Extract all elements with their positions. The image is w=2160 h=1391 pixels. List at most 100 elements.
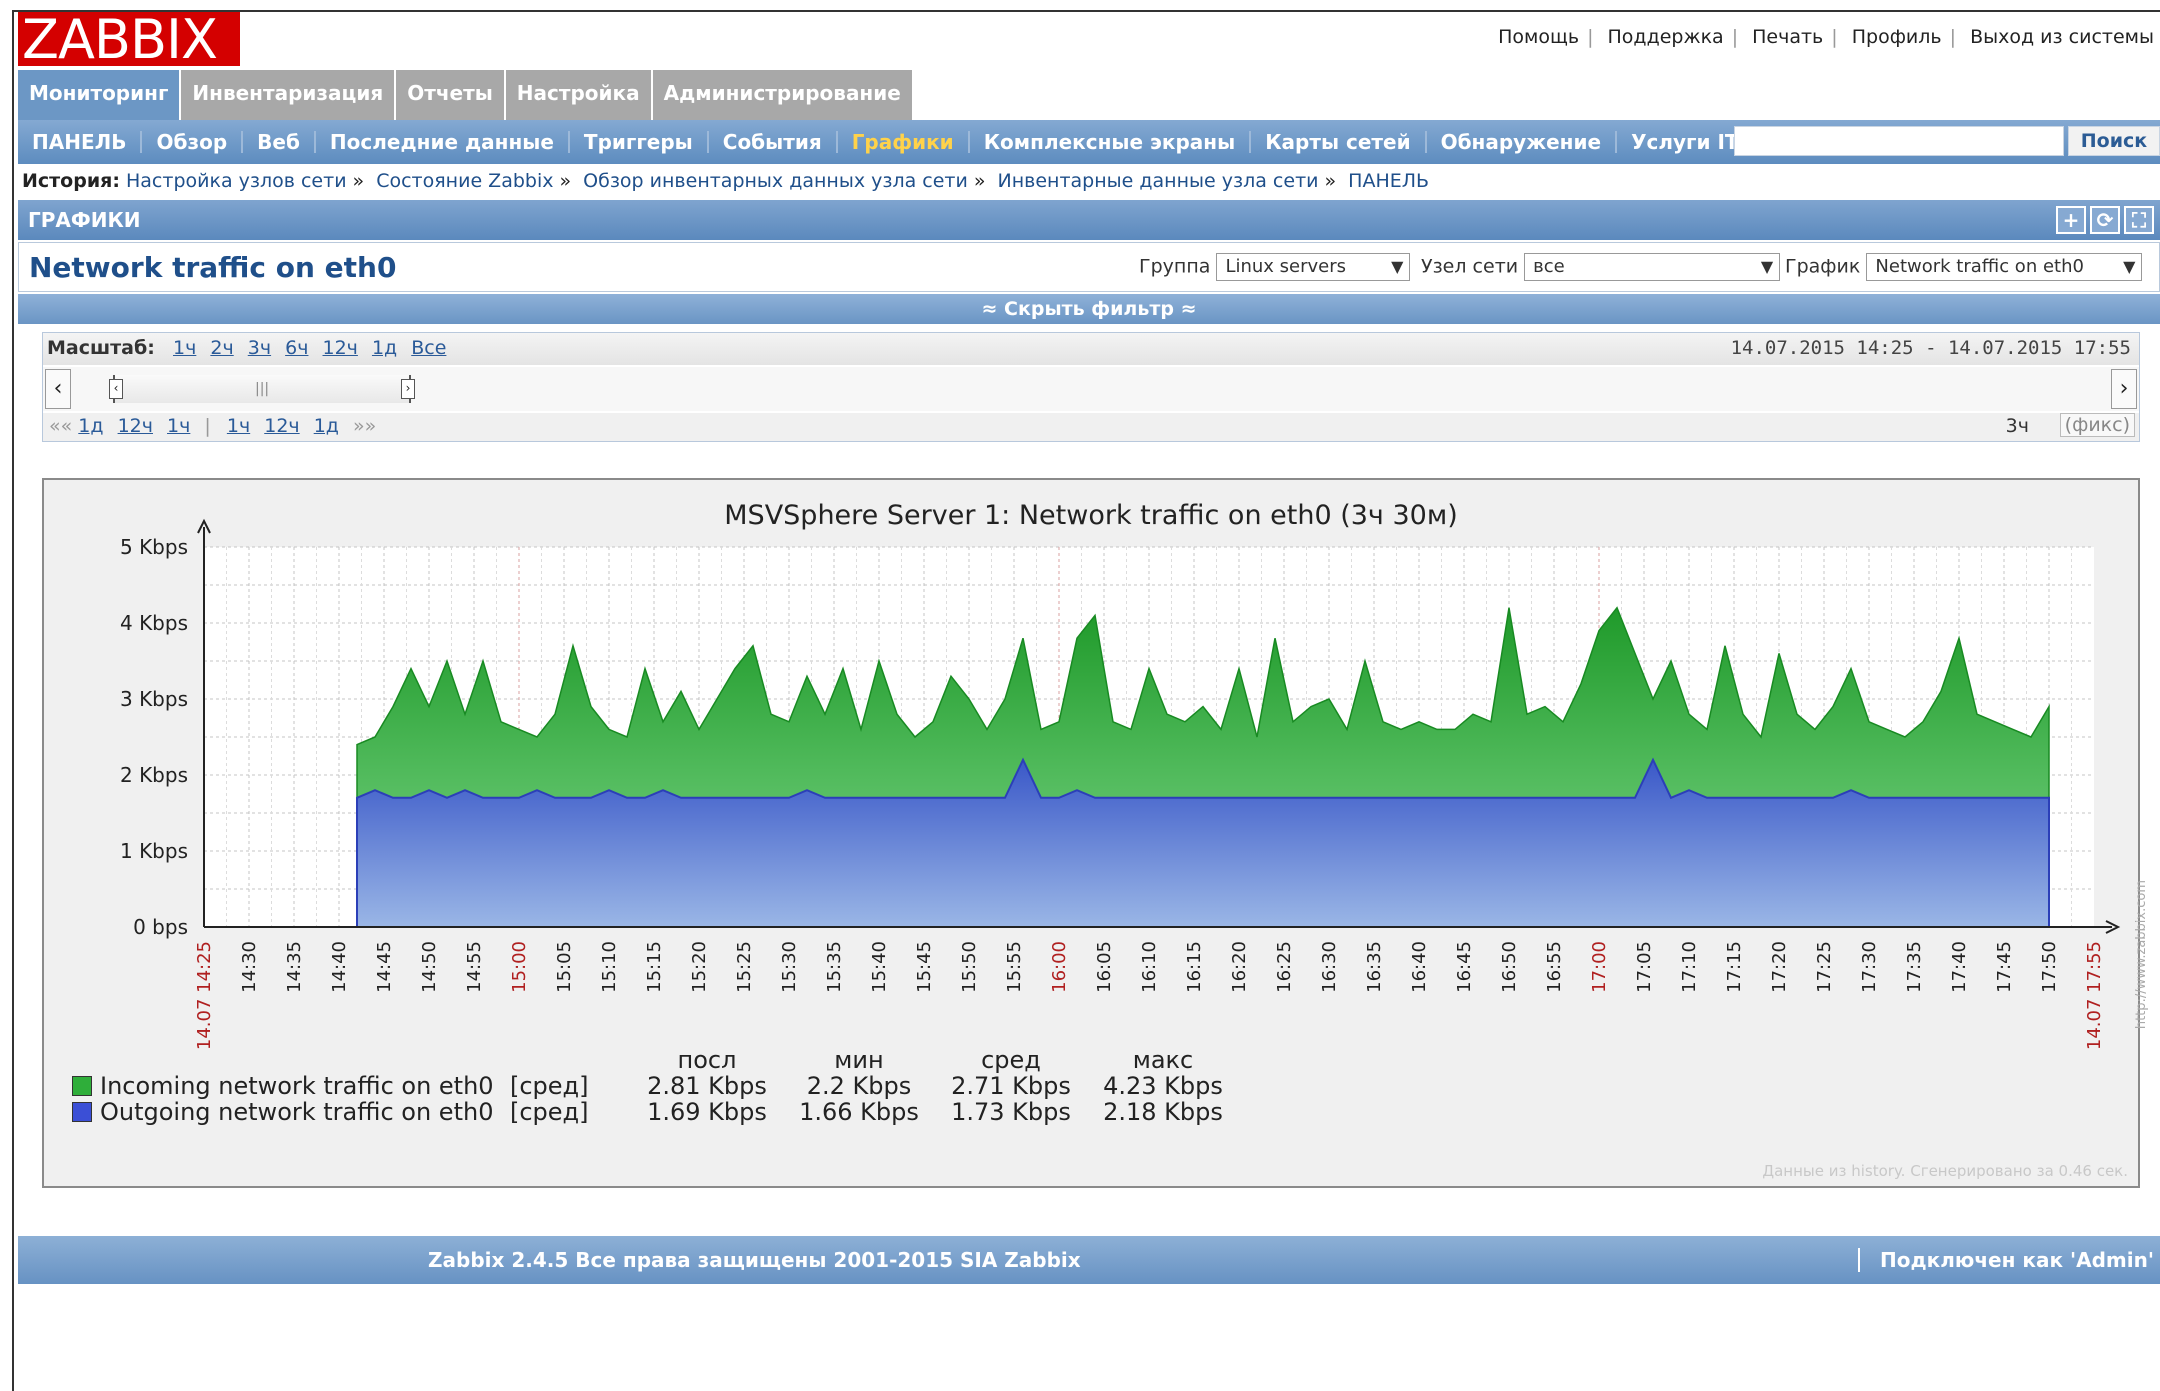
y-tick-label: 0 bps [133, 915, 188, 939]
submenu-it-services[interactable]: Услуги IT [1617, 131, 1752, 153]
add-to-favourites-icon[interactable]: + [2056, 206, 2086, 234]
x-tick-label: 17:50 [2039, 941, 2060, 993]
support-link[interactable]: Поддержка [1608, 26, 1724, 48]
back-12h[interactable]: 12ч [118, 415, 153, 437]
timeline-slider[interactable]: ‹ ||| › [109, 375, 415, 403]
group-select[interactable]: Linux servers ▼ [1216, 253, 1411, 281]
hide-filter-toggle[interactable]: ≈ Скрыть фильтр ≈ [18, 294, 2160, 324]
zoom-all[interactable]: Все [411, 337, 446, 359]
forward-12h[interactable]: 12ч [264, 415, 299, 437]
x-tick-label: 16:25 [1274, 941, 1295, 993]
dropdown-arrow-icon: ▼ [2123, 257, 2136, 276]
submenu-overview[interactable]: Обзор [142, 131, 244, 153]
breadcrumb-item[interactable]: ПАНЕЛЬ [1348, 170, 1429, 192]
period-nav: «« 1д 12ч 1ч | 1ч 12ч 1д »» [49, 415, 376, 437]
period-value: 3ч [2005, 415, 2029, 437]
x-end-label: 14.07 17:55 [2084, 941, 2105, 1050]
tab-administration[interactable]: Администрирование [652, 70, 914, 120]
separator: | [1831, 26, 1838, 48]
legend-avg: 2.71 Kbps [951, 1072, 1071, 1100]
chevron-left-icon: ‹ [53, 376, 63, 401]
y-tick-label: 5 Kbps [120, 535, 188, 559]
zoom-options: 1ч 2ч 3ч 6ч 12ч 1д Все [173, 337, 454, 359]
zoom-3h[interactable]: 3ч [248, 337, 271, 359]
main-menu: Мониторинг Инвентаризация Отчеты Настрой… [18, 70, 914, 120]
print-link[interactable]: Печать [1752, 26, 1823, 48]
graph-select[interactable]: Network traffic on eth0 ▼ [1866, 253, 2143, 281]
fixed-period-toggle[interactable]: (фикс) [2059, 413, 2135, 437]
search-input[interactable] [1734, 126, 2064, 156]
period-bar: «« 1д 12ч 1ч | 1ч 12ч 1д »» 3ч (фикс) [43, 413, 2139, 441]
breadcrumb-item[interactable]: Состояние Zabbix [376, 170, 553, 192]
section-header: ГРАФИКИ + ⟳ ⛶ [18, 200, 2160, 240]
nav-separator: | [204, 415, 211, 437]
zoom-12h[interactable]: 12ч [323, 337, 358, 359]
left-handle[interactable]: ‹ [109, 379, 123, 399]
host-value: все [1533, 256, 1565, 277]
zoom-2h[interactable]: 2ч [210, 337, 233, 359]
x-tick-label: 16:55 [1544, 941, 1565, 993]
refresh-icon[interactable]: ⟳ [2090, 206, 2120, 234]
zabbix-logo[interactable]: ZABBIX [18, 12, 240, 68]
back-1h[interactable]: 1ч [167, 415, 190, 437]
x-tick-label: 15:20 [689, 941, 710, 993]
zoom-1h[interactable]: 1ч [173, 337, 196, 359]
submenu-dashboard[interactable]: ПАНЕЛЬ [18, 131, 143, 153]
zoom-6h[interactable]: 6ч [285, 337, 308, 359]
submenu-discovery[interactable]: Обнаружение [1427, 131, 1618, 153]
submenu-screens[interactable]: Комплексные экраны [970, 131, 1252, 153]
scroll-left-button[interactable]: ‹ [45, 369, 71, 409]
host-filter: Узел сети все ▼ [1421, 253, 1781, 281]
submenu-latest-data[interactable]: Последние данные [316, 131, 570, 153]
x-tick-label: 14:40 [329, 941, 350, 993]
logged-in-user: Подключен как 'Admin' [1858, 1248, 2154, 1272]
forward-1h[interactable]: 1ч [227, 415, 250, 437]
dropdown-arrow-icon: ▼ [1391, 257, 1404, 276]
submenu-maps[interactable]: Карты сетей [1251, 131, 1427, 153]
zoom-label: Масштаб: [47, 337, 155, 359]
y-tick-label: 4 Kbps [120, 611, 188, 635]
legend-min: 1.66 Kbps [799, 1098, 919, 1126]
scroll-right-button[interactable]: › [2111, 369, 2137, 409]
x-tick-label: 16:50 [1499, 941, 1520, 993]
x-tick-label: 17:30 [1859, 941, 1880, 993]
logout-link[interactable]: Выход из системы [1970, 26, 2154, 48]
legend-function: [сред] [510, 1072, 589, 1100]
legend-name: Incoming network traffic on eth0 [100, 1072, 494, 1100]
tab-monitoring[interactable]: Мониторинг [18, 70, 182, 120]
breadcrumb-item[interactable]: Инвентарные данные узла сети [998, 170, 1319, 192]
tab-configuration[interactable]: Настройка [505, 70, 653, 120]
x-tick-label: 17:15 [1724, 941, 1745, 993]
forward-1d[interactable]: 1д [314, 415, 339, 437]
date-separator: - [1925, 337, 1948, 359]
submenu-graphs[interactable]: Графики [838, 131, 970, 153]
help-link[interactable]: Помощь [1498, 26, 1579, 48]
x-tick-label: 14:50 [419, 941, 440, 993]
fullscreen-icon[interactable]: ⛶ [2124, 206, 2154, 234]
submenu-events[interactable]: События [709, 131, 838, 153]
profile-link[interactable]: Профиль [1852, 26, 1942, 48]
x-tick-label: 15:45 [914, 941, 935, 993]
tab-inventory[interactable]: Инвентаризация [181, 70, 397, 120]
timeline-scrollbar[interactable]: ‹ ‹ ||| › › [43, 367, 2139, 411]
separator: | [1731, 26, 1739, 48]
x-tick-label: 17:40 [1949, 941, 1970, 993]
graph-generation-note: Данные из history. Сгенерировано за 0.46… [1762, 1162, 2128, 1180]
x-tick-label: 16:00 [1049, 941, 1070, 993]
tab-reports[interactable]: Отчеты [396, 70, 506, 120]
host-select[interactable]: все ▼ [1524, 253, 1781, 281]
submenu-triggers[interactable]: Триггеры [570, 131, 709, 153]
x-tick-label: 16:30 [1319, 941, 1340, 993]
x-tick-label: 16:45 [1454, 941, 1475, 993]
submenu-web[interactable]: Веб [243, 131, 316, 153]
x-tick-label: 15:55 [1004, 941, 1025, 993]
legend-last: 2.81 Kbps [647, 1072, 767, 1100]
zoom-1d[interactable]: 1д [372, 337, 397, 359]
breadcrumb-item[interactable]: Обзор инвентарных данных узла сети [583, 170, 968, 192]
breadcrumb-item[interactable]: Настройка узлов сети [126, 170, 347, 192]
search-button[interactable]: Поиск [2068, 126, 2160, 156]
legend-name: Outgoing network traffic on eth0 [100, 1098, 494, 1126]
x-tick-label: 15:40 [869, 941, 890, 993]
right-handle[interactable]: › [401, 379, 415, 399]
back-1d[interactable]: 1д [78, 415, 103, 437]
